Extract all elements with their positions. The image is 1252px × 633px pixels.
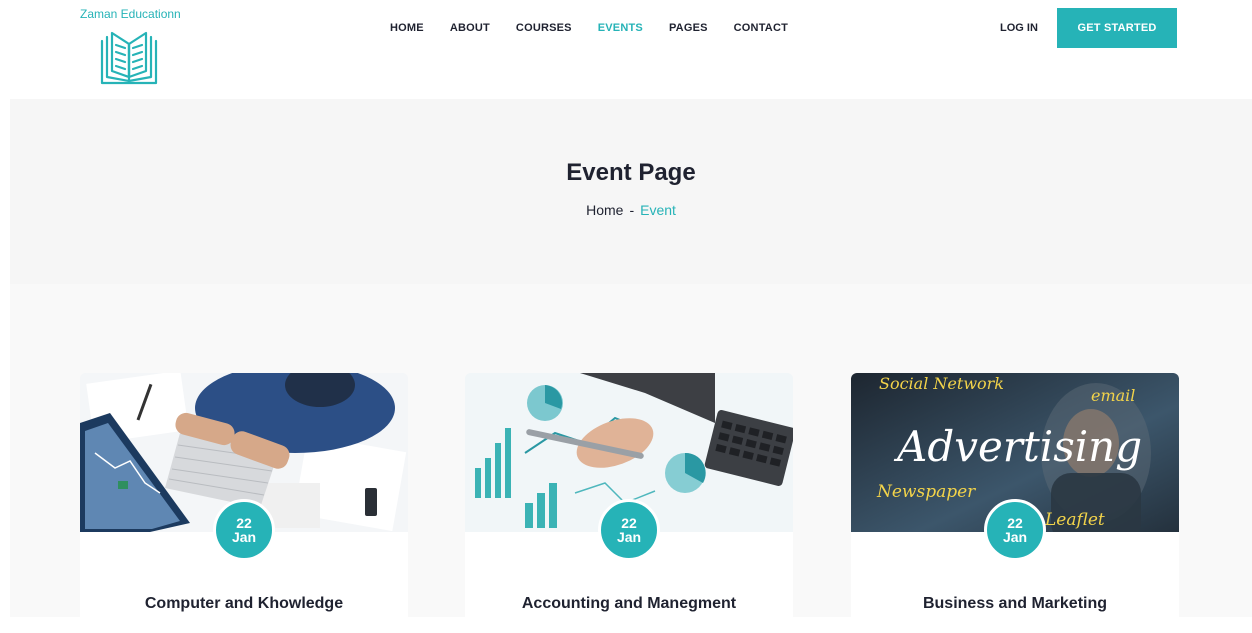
event-date-badge: 22 Jan	[213, 499, 275, 561]
login-link[interactable]: LOG IN	[1000, 21, 1038, 35]
event-title[interactable]: Accounting and Manegment	[465, 595, 793, 613]
page-hero: Event Page Home - Event	[10, 99, 1252, 284]
event-date-month: Jan	[616, 529, 642, 545]
nav-item-pages[interactable]: PAGES	[669, 21, 708, 35]
event-date-month: Jan	[231, 529, 257, 545]
main-nav: HOME ABOUT COURSES EVENTS PAGES CONTACT	[390, 21, 814, 35]
breadcrumb-home[interactable]: Home	[586, 202, 623, 218]
event-title[interactable]: Computer and Khowledge	[80, 595, 408, 613]
event-date-day: 22	[621, 515, 637, 531]
event-date-day: 22	[1007, 515, 1023, 531]
event-title[interactable]: Business and Marketing	[851, 595, 1179, 613]
get-started-button[interactable]: GET STARTED	[1057, 8, 1177, 48]
breadcrumb-separator: -	[629, 202, 635, 218]
image-word-newspaper: Newspaper	[876, 482, 976, 502]
nav-item-events[interactable]: EVENTS	[598, 21, 643, 35]
event-date-badge: 22 Jan	[984, 499, 1046, 561]
event-card-computer[interactable]: 22 Jan Computer and Khowledge	[80, 373, 408, 633]
nav-item-home[interactable]: HOME	[390, 21, 424, 35]
brand-name[interactable]: Zaman Educationn	[80, 7, 181, 21]
event-date-day: 22	[236, 515, 252, 531]
event-card-business[interactable]: Social Network email Advertising Newspap…	[851, 373, 1179, 633]
image-word-advertising: Advertising	[893, 422, 1142, 471]
page-title: Event Page	[566, 159, 696, 186]
nav-item-about[interactable]: ABOUT	[450, 21, 490, 35]
event-date-month: Jan	[1002, 529, 1028, 545]
image-word-email: email	[1091, 386, 1135, 405]
image-word-leaflet: Leaflet	[1044, 510, 1105, 530]
image-word-social-network: Social Network	[879, 374, 1004, 393]
site-header: Zaman Educationn HOME ABOUT COURSES EVEN…	[0, 0, 1252, 99]
nav-item-contact[interactable]: CONTACT	[734, 21, 788, 35]
breadcrumb-current: Event	[640, 202, 676, 218]
open-book-icon	[100, 31, 158, 85]
breadcrumb: Home - Event	[10, 202, 1252, 218]
site-logo[interactable]: Zaman Educationn	[80, 7, 210, 92]
event-date-badge: 22 Jan	[598, 499, 660, 561]
event-card-accounting[interactable]: 22 Jan Accounting and Manegment	[465, 373, 793, 633]
nav-item-courses[interactable]: COURSES	[516, 21, 572, 35]
